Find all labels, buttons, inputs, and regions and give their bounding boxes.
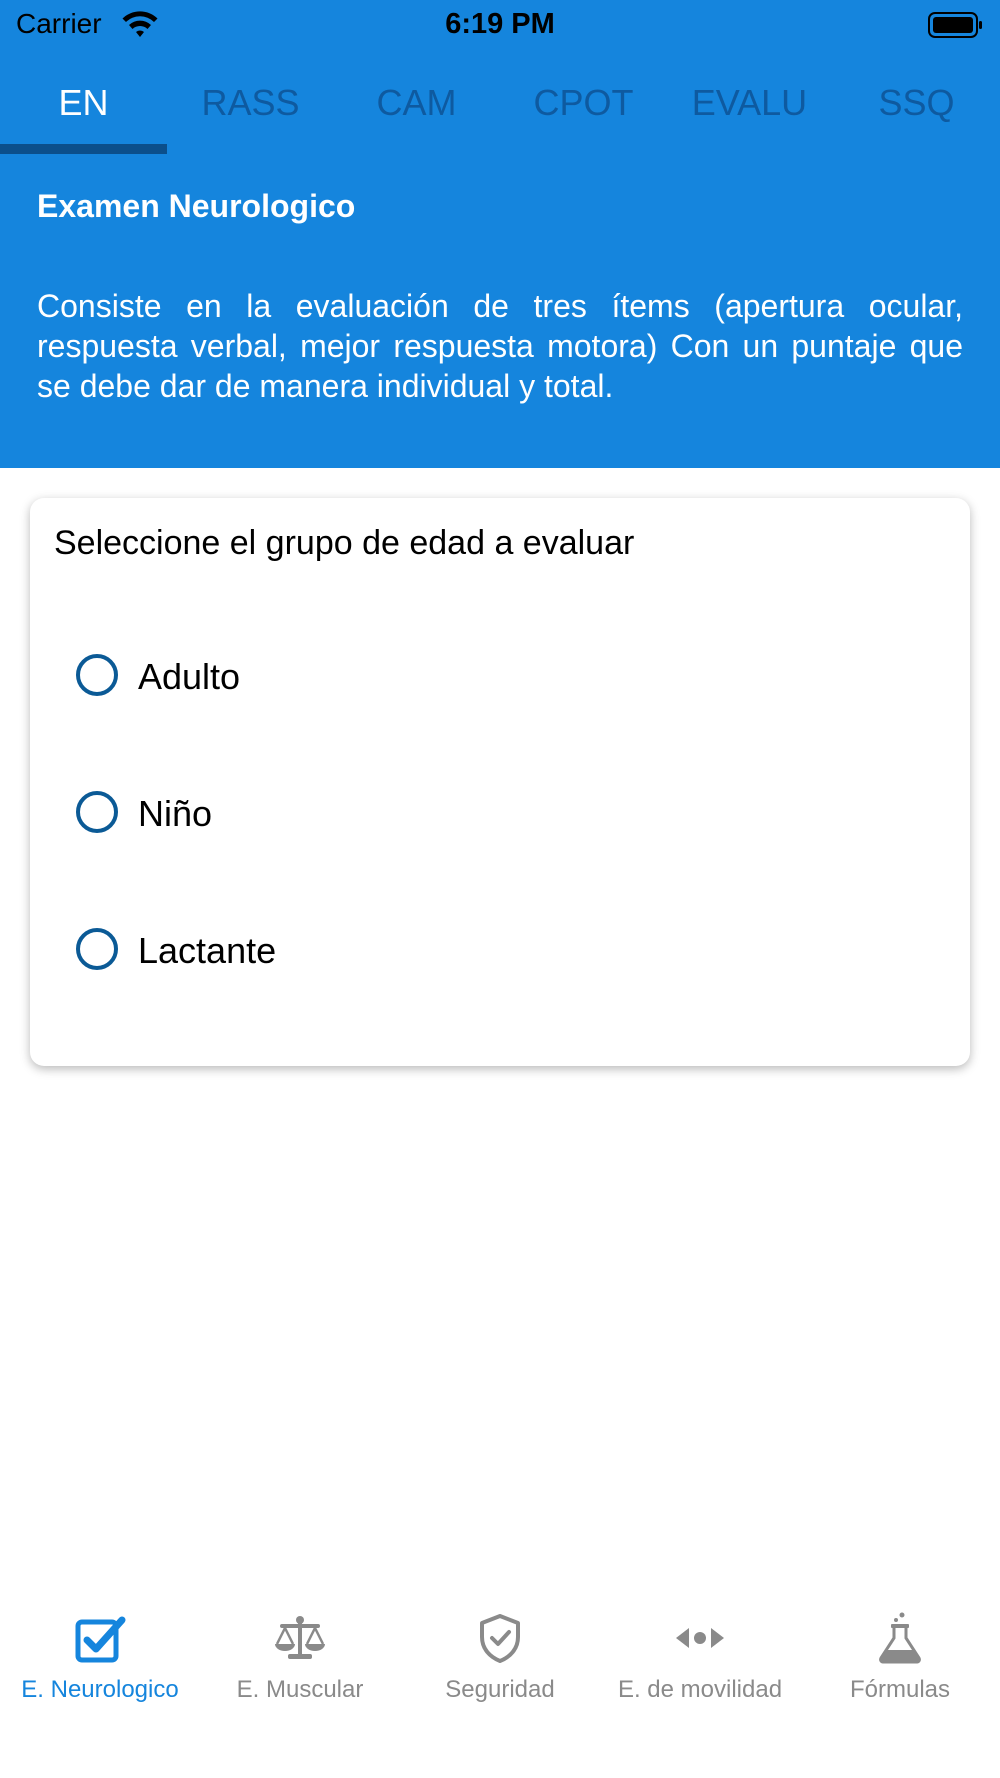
battery-icon [928, 12, 982, 38]
tab-rass[interactable]: RASS [167, 62, 334, 148]
tabbar-label: E. de movilidad [617, 1676, 783, 1703]
section-description: Consiste en la evaluación de tres ítems … [37, 288, 963, 404]
tab-evalu[interactable]: EVALU [666, 62, 833, 148]
tabbar-label: E. Muscular [236, 1676, 364, 1703]
tabbar-label: Fórmulas [849, 1676, 951, 1703]
clock: 6:19 PM [445, 8, 555, 40]
tab-cpot[interactable]: CPOT [500, 62, 667, 148]
age-group-card: Seleccione el grupo de edad a evaluar Ad… [30, 498, 970, 1066]
card-title: Seleccione el grupo de edad a evaluar [54, 524, 635, 562]
tabbar-item-neurologico[interactable]: E. Neurologico [0, 1590, 200, 1710]
bottom-tab-bar: E. Neurologico E. Muscular Seguridad E. … [0, 1590, 1000, 1778]
arrows-horizontal-icon [676, 1628, 724, 1648]
tabbar-item-formulas[interactable]: Fórmulas [800, 1590, 1000, 1710]
active-tab-indicator [0, 144, 167, 154]
tabbar-label: Seguridad [445, 1676, 555, 1703]
radio-option-lactante[interactable]: Lactante [76, 922, 676, 982]
tabbar-item-muscular[interactable]: E. Muscular [200, 1590, 400, 1710]
tabbar-label: E. Neurologico [21, 1676, 179, 1703]
radio-label: Lactante [138, 930, 277, 971]
tab-ssq[interactable]: SSQ [833, 62, 1000, 148]
radio-label: Niño [138, 793, 213, 834]
header: Carrier 6:19 PM EN RASS CAM CPOT EVALU S… [0, 0, 1000, 468]
radio-button[interactable] [76, 791, 118, 833]
flask-icon [879, 1612, 921, 1664]
radio-option-nino[interactable]: Niño [76, 785, 676, 845]
radio-button[interactable] [76, 928, 118, 970]
tab-en[interactable]: EN [0, 62, 167, 148]
radio-button[interactable] [76, 654, 118, 696]
radio-option-adulto[interactable]: Adulto [76, 648, 676, 708]
tabbar-item-seguridad[interactable]: Seguridad [400, 1590, 600, 1710]
balance-scale-icon [275, 1616, 325, 1659]
tab-cam[interactable]: CAM [333, 62, 500, 148]
shield-check-icon [480, 1614, 520, 1663]
top-tab-strip: EN RASS CAM CPOT EVALU SSQ [0, 62, 1000, 154]
status-bar: Carrier 6:19 PM [0, 0, 1000, 52]
radio-label: Adulto [138, 656, 241, 697]
checkbox-checked-icon [75, 1616, 126, 1663]
tabbar-item-movilidad[interactable]: E. de movilidad [600, 1590, 800, 1710]
section-title: Examen Neurologico [37, 188, 356, 224]
